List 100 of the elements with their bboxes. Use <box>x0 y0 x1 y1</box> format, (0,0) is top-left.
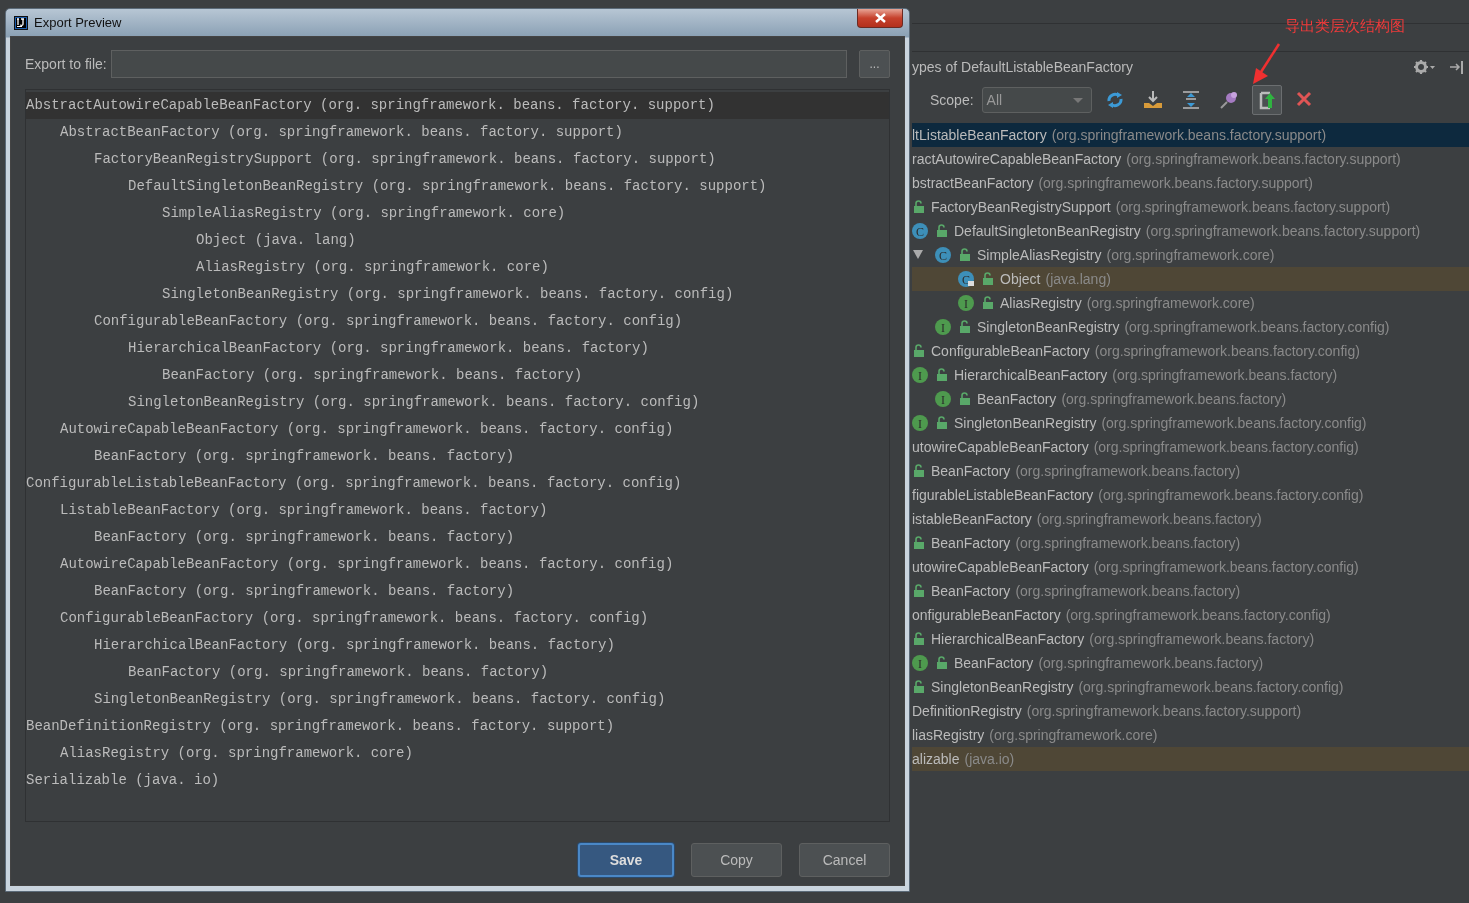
class-name: istableBeanFactory <box>912 511 1032 527</box>
class-name: SingletonBeanRegistry <box>931 679 1074 695</box>
package-name: (org.springframework.beans.factory.config) <box>1065 607 1331 623</box>
tree-row[interactable]: alizable (java.io) <box>912 747 1469 771</box>
export-line: SingletonBeanRegistry (org. springframework. beans. factory. config) <box>128 394 700 410</box>
export-line: ConfigurableBeanFactory (org. springframework. beans. factory. config) <box>94 313 683 329</box>
package-name: (org.springframework.beans.factory.config) <box>1094 343 1360 359</box>
package-name: (org.springframework.beans.factory.config) <box>1101 415 1367 431</box>
access-icon <box>913 464 925 478</box>
class-name: figurableListableBeanFactory <box>912 487 1094 503</box>
interface-icon: I <box>912 367 928 383</box>
class-name: BeanFactory <box>954 655 1034 671</box>
dialog-button[interactable]: Cancel <box>799 843 890 877</box>
package-name: (org.springframework.beans.factory) <box>1015 463 1241 479</box>
access-icon <box>913 680 925 694</box>
tree-row[interactable]: HierarchicalBeanFactory (org.springframework.beans.factory) <box>912 627 1469 651</box>
tree-row[interactable]: I AliasRegistry (org.springframework.core) <box>912 291 1469 315</box>
tree-row[interactable]: FactoryBeanRegistrySupport (org.springframework.beans.factory.support) <box>912 195 1469 219</box>
tree-row[interactable]: ltListableBeanFactory (org.springframework.beans.factory.support) <box>912 123 1469 147</box>
tree-row[interactable]: I SingletonBeanRegistry (org.springframework.beans.factory.config) <box>912 315 1469 339</box>
package-name: (org.springframework.core) <box>1106 247 1275 263</box>
tree-row[interactable]: C DefaultSingletonBeanRegistry (org.springframework.beans.factory.support) <box>912 219 1469 243</box>
access-icon <box>913 536 925 550</box>
scope-label: Scope: <box>930 92 974 108</box>
class-name: BeanFactory <box>931 583 1011 599</box>
package-name: (java.lang) <box>1045 271 1111 287</box>
collapse-arrow-icon[interactable] <box>913 250 923 260</box>
tree-row[interactable]: I BeanFactory (org.springframework.beans.factory) <box>912 387 1469 411</box>
class-name: SingletonBeanRegistry <box>977 319 1120 335</box>
package-name: (org.springframework.beans.factory.support) <box>1126 151 1401 167</box>
tree-row[interactable]: C SimpleAliasRegistry (org.springframework.core) <box>912 243 1469 267</box>
export-line: BeanDefinitionRegistry (org. springframework. beans. factory. support) <box>26 718 615 734</box>
access-icon <box>982 272 994 286</box>
export-label: Export to file: <box>25 55 107 72</box>
class-icon: C <box>935 247 951 263</box>
tree-row[interactable]: BeanFactory (org.springframework.beans.factory) <box>912 531 1469 555</box>
package-name: (org.springframework.beans.factory.support) <box>1115 199 1391 215</box>
export-line: FactoryBeanRegistrySupport (org. springframework. beans. factory. support) <box>94 151 716 167</box>
tree-row[interactable]: onfigurableBeanFactory (org.springframework.beans.factory.config) <box>912 603 1469 627</box>
class-icon: C <box>912 223 928 239</box>
tree-row[interactable]: utowireCapableBeanFactory (org.springframework.beans.factory.config) <box>912 555 1469 579</box>
tree-row[interactable]: BeanFactory (org.springframework.beans.factory) <box>912 579 1469 603</box>
class-name: bstractBeanFactory <box>912 175 1034 191</box>
export-line: DefaultSingletonBeanRegistry (org. springframework. beans. factory. support) <box>128 178 767 194</box>
pin-icon <box>1218 90 1239 110</box>
access-icon <box>959 248 971 262</box>
access-icon <box>936 416 948 430</box>
package-name: (org.springframework.beans.factory.support) <box>1145 223 1421 239</box>
interface-icon: I <box>958 295 974 311</box>
download-icon <box>1142 90 1163 110</box>
access-icon <box>959 392 971 406</box>
tree-row[interactable]: utowireCapableBeanFactory (org.springframework.beans.factory.config) <box>912 435 1469 459</box>
hide-panel-icon[interactable] <box>1449 60 1463 74</box>
file-path-field[interactable] <box>110 49 847 78</box>
export-line: ConfigurableListableBeanFactory (org. springframework. beans. factory. config) <box>26 475 682 491</box>
interface-icon: I <box>912 415 928 431</box>
export-line: AutowireCapableBeanFactory (org. springframework. beans. factory. config) <box>60 556 674 572</box>
class-name: BeanFactory <box>931 463 1011 479</box>
tree-row[interactable]: I BeanFactory (org.springframework.beans.factory) <box>912 651 1469 675</box>
export-line: Serializable (java. io) <box>26 772 220 788</box>
export-line: AbstractBeanFactory (org. springframework. beans. factory. support) <box>60 124 623 140</box>
interface-icon: I <box>912 655 928 671</box>
class-name: utowireCapableBeanFactory <box>912 559 1089 575</box>
dialog-button[interactable]: Save <box>578 843 674 877</box>
app-logo-icon <box>14 15 28 30</box>
settings-icon[interactable] <box>1413 59 1435 75</box>
export-line: BeanFactory (org. springframework. beans. factory) <box>162 367 583 383</box>
scope-dropdown[interactable]: All <box>981 87 1092 113</box>
annotation-text: 导出类层次结构图 <box>1285 17 1405 36</box>
tree-row[interactable]: bstractBeanFactory (org.springframework.beans.factory.support) <box>912 171 1469 195</box>
tree-row[interactable]: SingletonBeanRegistry (org.springframework.beans.factory.config) <box>912 675 1469 699</box>
tree-row[interactable]: ractAutowireCapableBeanFactory (org.springframework.beans.factory.support) <box>912 147 1469 171</box>
class-name: BeanFactory <box>977 391 1057 407</box>
tree-row[interactable]: liasRegistry (org.springframework.core) <box>912 723 1469 747</box>
package-name: (java.io) <box>964 751 1015 767</box>
access-icon <box>936 656 948 670</box>
class-name: AliasRegistry <box>1000 295 1082 311</box>
package-name: (org.springframework.beans.factory.support) <box>1051 127 1327 143</box>
export-button[interactable] <box>1251 85 1282 115</box>
export-line: AutowireCapableBeanFactory (org. springframework. beans. factory. config) <box>60 421 674 437</box>
access-icon <box>913 632 925 646</box>
browse-button[interactable]: ... <box>859 49 890 78</box>
export-line: SingletonBeanRegistry (org. springframework. beans. factory. config) <box>94 691 666 707</box>
tree-row[interactable]: istableBeanFactory (org.springframework.beans.factory) <box>912 507 1469 531</box>
tree-row[interactable]: figurableListableBeanFactory (org.springframework.beans.factory.config) <box>912 483 1469 507</box>
tree-row[interactable]: BeanFactory (org.springframework.beans.factory) <box>912 459 1469 483</box>
tree-row[interactable]: I HierarchicalBeanFactory (org.springframework.beans.factory) <box>912 363 1469 387</box>
tree-row[interactable]: I SingletonBeanRegistry (org.springframework.beans.factory.config) <box>912 411 1469 435</box>
package-name: (org.springframework.beans.factory.config) <box>1098 487 1364 503</box>
dialog-button[interactable]: Copy <box>691 843 782 877</box>
class-name: SingletonBeanRegistry <box>954 415 1097 431</box>
export-line: Object (java. lang) <box>196 232 356 248</box>
export-line: BeanFactory (org. springframework. beans. factory) <box>94 529 515 545</box>
package-name: (org.springframework.beans.factory) <box>1036 511 1262 527</box>
package-name: (org.springframework.beans.factory.config) <box>1093 439 1359 455</box>
class-name: SimpleAliasRegistry <box>977 247 1102 263</box>
tree-row[interactable]: DefinitionRegistry (org.springframework.beans.factory.support) <box>912 699 1469 723</box>
close-button[interactable] <box>857 9 903 28</box>
tree-row[interactable]: ConfigurableBeanFactory (org.springframework.beans.factory.config) <box>912 339 1469 363</box>
expand-all-icon <box>1180 90 1201 110</box>
